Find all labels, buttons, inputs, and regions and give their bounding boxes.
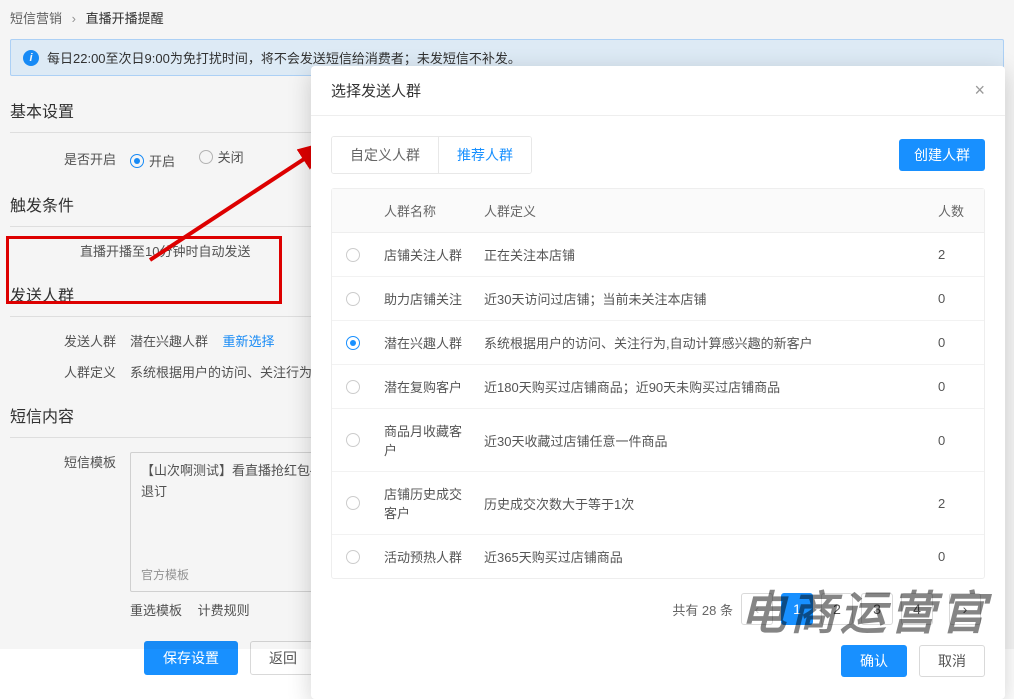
row-def: 近30天收藏过店铺任意一件商品 — [474, 419, 928, 462]
row-name: 活动预热人群 — [374, 535, 474, 578]
row-count: 2 — [928, 235, 984, 274]
table-row[interactable]: 店铺历史成交客户历史成交次数大于等于1次2 — [332, 472, 984, 535]
table-row[interactable]: 商品月收藏客户近30天收藏过店铺任意一件商品0 — [332, 409, 984, 472]
row-count: 0 — [928, 421, 984, 460]
audience-table: 人群名称 人群定义 人数 店铺关注人群正在关注本店铺2助力店铺关注近30天访问过… — [331, 188, 985, 579]
row-radio[interactable] — [346, 433, 360, 447]
close-icon[interactable]: × — [974, 80, 985, 101]
row-name: 潜在复购客户 — [374, 365, 474, 408]
row-radio[interactable] — [346, 292, 360, 306]
col-name: 人群名称 — [374, 189, 474, 232]
row-def: 历史成交次数大于等于1次 — [474, 482, 928, 525]
row-def: 近30天访问过店铺；当前未关注本店铺 — [474, 277, 928, 320]
row-name: 店铺历史成交客户 — [374, 472, 474, 534]
create-audience-button[interactable]: 创建人群 — [899, 139, 985, 171]
row-name: 店铺关注人群 — [374, 233, 474, 276]
table-row[interactable]: 助力店铺关注近30天访问过店铺；当前未关注本店铺0 — [332, 277, 984, 321]
row-def: 正在关注本店铺 — [474, 233, 928, 276]
row-count: 2 — [928, 484, 984, 523]
row-def: 系统根据用户的访问、关注行为,自动计算感兴趣的新客户 — [474, 321, 928, 364]
row-def: 近180天购买过店铺商品；近90天未购买过店铺商品 — [474, 365, 928, 408]
row-radio[interactable] — [346, 380, 360, 394]
table-row[interactable]: 店铺关注人群正在关注本店铺2 — [332, 233, 984, 277]
row-def: 近365天购买过店铺商品 — [474, 535, 928, 578]
modal-title: 选择发送人群 — [331, 80, 421, 101]
row-radio[interactable] — [346, 496, 360, 510]
table-row[interactable]: 活动预热人群近365天购买过店铺商品0 — [332, 535, 984, 578]
pagination-total: 共有 28 条 — [672, 600, 733, 619]
confirm-button[interactable]: 确认 — [841, 645, 907, 677]
tab-recommended-audience[interactable]: 推荐人群 — [438, 137, 531, 173]
row-count: 0 — [928, 323, 984, 362]
cancel-button[interactable]: 取消 — [919, 645, 985, 677]
row-count: 0 — [928, 279, 984, 318]
row-name: 助力店铺关注 — [374, 277, 474, 320]
row-radio[interactable] — [346, 550, 360, 564]
row-count: 0 — [928, 367, 984, 406]
row-name: 商品月收藏客户 — [374, 409, 474, 471]
tab-custom-audience[interactable]: 自定义人群 — [332, 137, 438, 173]
row-count: 0 — [928, 537, 984, 576]
row-radio[interactable] — [346, 336, 360, 350]
col-def: 人群定义 — [474, 189, 928, 232]
table-row[interactable]: 潜在兴趣人群系统根据用户的访问、关注行为,自动计算感兴趣的新客户0 — [332, 321, 984, 365]
col-count: 人数 — [928, 189, 984, 232]
row-radio[interactable] — [346, 248, 360, 262]
watermark: 电商运营官 — [740, 577, 990, 643]
row-name: 潜在兴趣人群 — [374, 321, 474, 364]
table-row[interactable]: 潜在复购客户近180天购买过店铺商品；近90天未购买过店铺商品0 — [332, 365, 984, 409]
